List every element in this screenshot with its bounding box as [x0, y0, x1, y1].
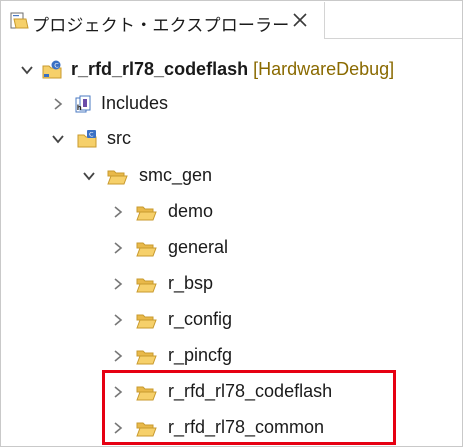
build-config-decoration: [HardwareDebug]: [253, 59, 395, 79]
svg-text:C: C: [54, 61, 59, 69]
folder-label: demo: [168, 201, 214, 221]
tree-item-includes[interactable]: h Includes: [1, 90, 463, 120]
tab-project-explorer[interactable]: プロジェクト・エクスプローラー: [2, 2, 325, 39]
folder-open-icon: [107, 170, 128, 185]
tab-strip-divider: [324, 38, 462, 39]
folder-icon: [136, 386, 157, 401]
tab-title: プロジェクト・エクスプローラー: [32, 16, 290, 35]
chevron-right-icon[interactable]: [111, 385, 125, 399]
tree-item-src[interactable]: C src: [1, 125, 463, 155]
folder-icon: [136, 314, 157, 329]
folder-label: r_pincfg: [168, 345, 233, 365]
svg-text:h: h: [77, 104, 82, 112]
tree-item-smc-gen[interactable]: smc_gen: [1, 162, 463, 192]
chevron-right-icon[interactable]: [51, 97, 65, 111]
tree-item-folder[interactable]: r_rfd_rl78_codeflash: [1, 378, 463, 408]
chevron-down-icon[interactable]: [82, 169, 96, 183]
project-explorer-icon: [10, 12, 29, 29]
tree-item-folder[interactable]: r_bsp: [1, 270, 463, 300]
project-label: r_rfd_rl78_codeflash [HardwareDebug]: [71, 59, 394, 80]
c-project-folder-icon: C: [42, 60, 62, 79]
tree-item-folder[interactable]: r_config: [1, 306, 463, 336]
folder-label: r_config: [168, 309, 233, 329]
smc-gen-label: smc_gen: [139, 165, 213, 185]
folder-icon: [136, 350, 157, 365]
chevron-right-icon[interactable]: [111, 241, 125, 255]
folder-icon: [136, 206, 157, 221]
folder-label: r_bsp: [168, 273, 214, 293]
svg-text:C: C: [89, 131, 94, 139]
chevron-down-icon[interactable]: [20, 63, 34, 77]
folder-icon: [136, 278, 157, 293]
includes-label: Includes: [101, 93, 169, 113]
close-icon[interactable]: [289, 9, 311, 31]
tree-item-folder[interactable]: r_pincfg: [1, 342, 463, 372]
folder-label: general: [168, 237, 229, 257]
src-label: src: [107, 128, 131, 148]
tree-item-project[interactable]: C r_rfd_rl78_codeflash [HardwareDebug]: [1, 56, 463, 86]
tree-item-folder[interactable]: general: [1, 234, 463, 264]
tree-item-folder[interactable]: r_rfd_rl78_common: [1, 414, 463, 444]
folder-icon: [136, 422, 157, 437]
chevron-right-icon[interactable]: [111, 349, 125, 363]
folder-label: r_rfd_rl78_codeflash: [168, 381, 333, 401]
tree-item-folder[interactable]: demo: [1, 198, 463, 228]
source-folder-icon: C: [77, 130, 97, 148]
folder-icon: [136, 242, 157, 257]
chevron-right-icon[interactable]: [111, 277, 125, 291]
chevron-down-icon[interactable]: [51, 132, 65, 146]
chevron-right-icon[interactable]: [111, 313, 125, 327]
chevron-right-icon[interactable]: [111, 421, 125, 435]
project-name: r_rfd_rl78_codeflash: [71, 59, 249, 79]
folder-label: r_rfd_rl78_common: [168, 417, 325, 437]
chevron-right-icon[interactable]: [111, 205, 125, 219]
project-explorer-panel: プロジェクト・エクスプローラー C r_rfd_rl78_codeflash […: [0, 0, 463, 447]
includes-icon: h: [75, 95, 91, 113]
